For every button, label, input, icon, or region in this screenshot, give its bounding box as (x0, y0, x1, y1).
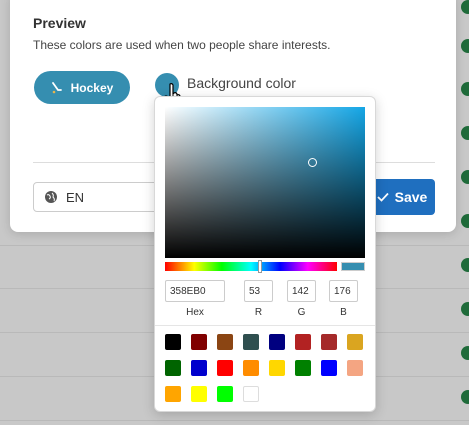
saturation-value-area[interactable] (165, 107, 365, 258)
globe-icon (45, 191, 57, 203)
interest-chip-preview: Hockey (34, 71, 130, 104)
preset-color-swatch[interactable] (295, 334, 311, 350)
hex-label: Hex (186, 307, 204, 318)
divider (155, 325, 375, 326)
preset-color-swatch[interactable] (269, 360, 285, 376)
hue-slider[interactable] (165, 260, 337, 273)
green-input[interactable]: 142 (287, 280, 316, 302)
preset-color-swatch[interactable] (191, 360, 207, 376)
preset-color-swatch[interactable] (165, 360, 181, 376)
preset-color-swatch[interactable] (217, 386, 233, 402)
language-select[interactable]: EN (33, 182, 163, 212)
hue-slider-handle[interactable] (258, 260, 262, 273)
blue-input[interactable]: 176 (329, 280, 358, 302)
background-color-label[interactable]: Background color (187, 75, 296, 91)
preset-color-swatch[interactable] (165, 334, 181, 350)
preview-subtitle: These colors are used when two people sh… (33, 38, 331, 52)
save-label: Save (394, 189, 428, 205)
preset-color-swatch[interactable] (165, 386, 181, 402)
chip-label: Hockey (70, 80, 114, 95)
preset-color-swatch[interactable] (269, 334, 285, 350)
preset-color-swatch[interactable] (243, 386, 259, 402)
save-button[interactable]: Save (369, 179, 435, 215)
selected-color-preview (341, 262, 365, 271)
preset-color-swatch[interactable] (191, 386, 207, 402)
preset-color-swatch[interactable] (243, 360, 259, 376)
preset-color-swatch[interactable] (217, 360, 233, 376)
language-value: EN (66, 189, 85, 205)
red-label: R (254, 307, 263, 318)
hex-input[interactable]: 358EB0 (165, 280, 225, 302)
preset-color-swatch[interactable] (217, 334, 233, 350)
check-icon (377, 192, 389, 202)
preset-color-swatch[interactable] (295, 360, 311, 376)
color-picker-popover: 358EB0 53 142 176 Hex R G B (154, 96, 376, 412)
red-input[interactable]: 53 (244, 280, 273, 302)
saturation-handle[interactable] (308, 158, 317, 167)
preview-title: Preview (33, 15, 86, 31)
green-label: G (297, 307, 306, 318)
preset-color-swatch[interactable] (347, 334, 363, 350)
hockey-stick-icon (51, 81, 62, 93)
preset-color-swatch[interactable] (321, 334, 337, 350)
preset-color-swatch[interactable] (347, 360, 363, 376)
preset-color-swatch[interactable] (321, 360, 337, 376)
blue-label: B (340, 307, 347, 318)
preset-color-swatch[interactable] (243, 334, 259, 350)
preset-color-swatch[interactable] (191, 334, 207, 350)
